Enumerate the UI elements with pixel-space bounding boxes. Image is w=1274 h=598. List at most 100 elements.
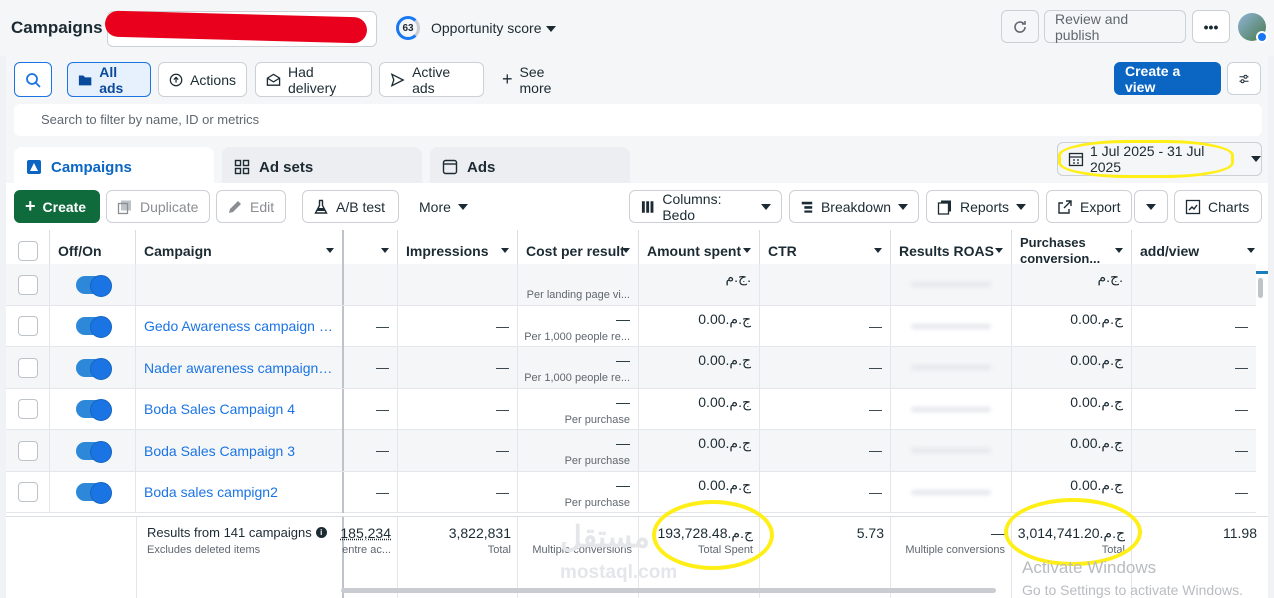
edit-button[interactable]: Edit [216,190,286,223]
more-options-button[interactable]: ••• [1192,10,1230,43]
row-purchases-value: ج.م.0.00 [1070,476,1123,493]
mostaql-watermark-arabic: مستقل [560,521,650,554]
tab-campaigns[interactable]: Campaigns [14,147,214,187]
campaign-toggle[interactable] [75,482,112,504]
charts-button[interactable]: Charts [1174,190,1262,223]
row-checkbox[interactable] [17,316,38,336]
search-button[interactable] [14,62,52,97]
row-checkbox[interactable] [17,357,38,378]
row-campaign-cell: Boda sales campign2 [136,471,344,513]
create-button[interactable]: + Create [14,190,100,223]
plus-icon: + [25,196,36,216]
row-purchases-cell: ج.م.0.00 [1012,388,1132,430]
row-cpr-value: — [616,476,630,493]
opportunity-score-label[interactable]: Opportunity score [431,20,542,36]
row-campaign-cell [136,264,344,305]
campaign-toggle[interactable] [75,357,112,380]
row-impressions-cell: — [398,388,518,430]
campaign-toggle[interactable] [75,316,112,338]
chevron-down-icon[interactable] [546,26,556,32]
tab-ad-sets[interactable]: Ad sets [222,147,422,187]
search-input[interactable]: Search to filter by name, ID or metrics [14,104,1262,136]
had-delivery-label: Had delivery [288,63,337,96]
reports-icon [937,200,951,215]
table-row[interactable]: Boda Sales Campaign 4 — — — Per purchase … [6,388,1256,430]
campaign-icon [27,160,41,174]
row-purchases-value: ج.م.0.00 [1070,352,1123,368]
chevron-down-icon [1115,248,1123,253]
footer-roas-value: — [991,525,1005,541]
chevron-down-icon [1016,203,1027,210]
avatar[interactable] [1238,13,1268,43]
info-icon[interactable]: i [315,527,327,538]
columns-button[interactable]: Columns: Bedo [629,190,782,223]
breakdown-button[interactable]: Breakdown [789,190,919,223]
row-spent-value: ج.م.0.00 [698,310,751,327]
select-all-checkbox[interactable] [17,240,38,261]
chevron-down-icon [326,248,334,253]
campaign-name-link[interactable]: Boda sales campign2 [144,484,334,500]
sliders-icon [1239,74,1249,83]
table-row[interactable]: Per landing page vi... ج.م. ج.م. [6,264,1256,306]
all-ads-button[interactable]: All ads [67,62,151,97]
table-row[interactable]: Boda Sales Campaign 3 — — — Per purchase … [6,430,1256,472]
row-select-cell [6,471,50,513]
row-spent-cell: ج.م.0.00 [639,347,760,388]
actions-button[interactable]: Actions [158,62,247,97]
highlight-annotation [1058,140,1234,178]
more-button[interactable]: More [408,190,486,223]
row-purchases-cell: ج.م. [1012,264,1132,305]
campaign-name-link[interactable]: Boda Sales Campaign 3 [144,443,334,459]
row-roas-cell [891,430,1012,471]
export-icon [1058,199,1072,214]
campaign-toggle[interactable] [75,274,112,297]
duplicate-button[interactable]: Duplicate [106,190,210,223]
row-checkbox[interactable] [17,440,38,461]
row-purchases-cell: ج.م.0.00 [1012,305,1132,347]
export-options-button[interactable] [1134,190,1168,223]
table-row[interactable]: Gedo Awareness campaign 30... — — — Per 1… [6,305,1256,347]
reports-button[interactable]: Reports [926,190,1039,223]
vertical-scrollbar[interactable] [1258,278,1263,298]
view-settings-button[interactable] [1227,62,1261,95]
row-reach-cell [344,264,398,305]
row-cpr-cell: — Per 1,000 people re... [518,347,639,388]
tab-ads[interactable]: Ads [430,147,630,187]
create-view-button[interactable]: Create a view [1114,62,1221,95]
had-delivery-button[interactable]: Had delivery [255,62,372,97]
col-campaign-label: Campaign [144,242,212,259]
footer-reach-sub: entre ac... [342,544,391,556]
row-spent-value: ج.م.0.00 [698,352,751,368]
chevron-down-icon [761,203,771,210]
campaign-name-link[interactable]: Gedo Awareness campaign 30... [144,318,334,334]
active-ads-button[interactable]: Active ads [379,62,484,97]
row-add-view-cell: — [1235,484,1248,500]
row-toggle-cell [50,264,136,305]
row-select-cell [6,305,50,347]
refresh-button[interactable] [1001,10,1039,43]
campaign-toggle[interactable] [75,440,112,463]
ab-test-button[interactable]: A/B test [302,190,399,223]
export-button[interactable]: Export [1046,190,1132,223]
row-purchases-value: ج.م. [1097,269,1124,285]
row-impressions-cell: — [398,347,518,388]
footer-roas: — Multiple conversions [891,517,1012,598]
footer-impressions-value: 3,822,831 [448,525,511,541]
row-checkbox[interactable] [17,399,38,419]
row-add-view-cell: — [1235,443,1248,458]
row-checkbox[interactable] [17,274,38,295]
opportunity-score-badge[interactable]: 63 [396,16,420,40]
tab-ad-sets-label: Ad sets [259,158,314,176]
campaign-name-link[interactable]: Nader awareness campaign 30... [144,360,334,376]
row-spent-cell: ج.م. [639,264,760,305]
row-checkbox[interactable] [17,482,38,502]
see-more-button[interactable]: + See more [491,62,587,97]
table-row[interactable]: Nader awareness campaign 30... — — — Per … [6,347,1256,389]
horizontal-scrollbar[interactable] [341,588,996,593]
review-publish-button[interactable]: Review and publish [1044,10,1186,43]
campaign-toggle[interactable] [75,399,112,421]
grid-icon [234,159,250,175]
row-cpr-cell: — Per purchase [518,471,639,513]
row-select-cell [6,388,50,430]
campaign-name-link[interactable]: Boda Sales Campaign 4 [144,401,334,417]
